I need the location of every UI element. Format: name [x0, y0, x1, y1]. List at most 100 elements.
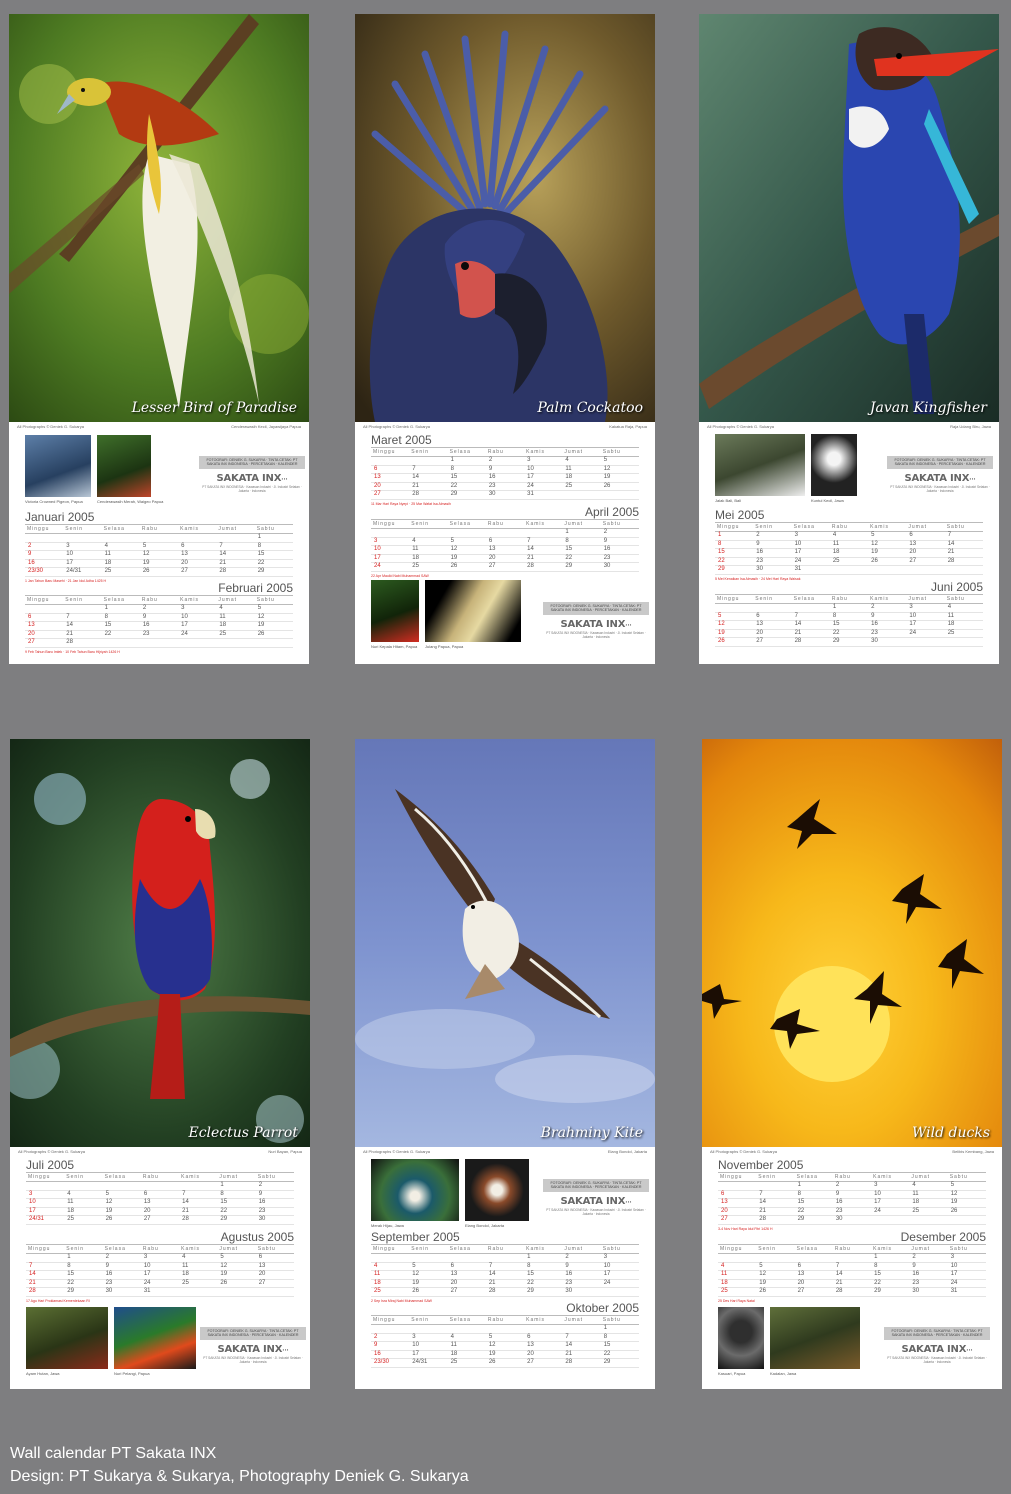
day-cell: 31 [791, 565, 830, 575]
week-row: 24 25 26 27 28 29 30 [371, 562, 639, 572]
week-row: 123456 [26, 1253, 294, 1263]
day-cell [63, 533, 102, 543]
day-cell: 25 [179, 1279, 218, 1288]
weekday-label: Rabu [140, 1244, 180, 1254]
day-cell: 3 [26, 1190, 65, 1199]
photo-title: Palm Cockatoo [537, 400, 643, 416]
credit-right: Elang Bondol, Jakarta [607, 1149, 647, 1154]
sakata-inx-logo: SAKATA INX··· [560, 618, 632, 630]
day-cell: 11 [718, 1270, 757, 1280]
week-row: 16 17 18 19 20 21 22 [25, 559, 293, 568]
week-row: 12345 [25, 604, 293, 614]
weekday-label: Minggu [25, 524, 64, 534]
day-cell: 13 [718, 1198, 757, 1208]
month-grid: Minggu Senin Selasa Rabu Kamis Jumat Sabtu 1 2 3 4… [26, 1244, 294, 1297]
photo-credit: All Photographs © Deniek G. Sukarya Cend… [17, 424, 301, 429]
week-row: 4 5 6 7 8 9 10 [718, 1262, 986, 1271]
brand-text: SAKATA INX [904, 472, 970, 484]
day-cell: 27 [906, 557, 945, 566]
brand-text: SAKATA INX [216, 472, 282, 484]
day-cell: 29 [217, 1215, 256, 1225]
weekday-label: Minggu [371, 1315, 410, 1325]
day-cell: 3 [947, 1253, 986, 1263]
week-row: 21 22 23 24 25 26 27 [26, 1279, 294, 1288]
day-cell [371, 1253, 410, 1263]
week-row: 10 11 12 13 14 15 16 [371, 545, 639, 555]
day-cell: 6 [524, 1333, 563, 1342]
brand-text: SAKATA INX [560, 1195, 626, 1207]
logo-box-text: FOTOGRAFI: DENIEK G. SUKARYA · TINTA CET… [543, 602, 649, 615]
day-cell: 20 [178, 559, 217, 568]
day-cell: 21 [524, 554, 563, 563]
logo-box-text: FOTOGRAFI: DENIEK G. SUKARYA · TINTA CET… [887, 456, 993, 469]
day-cell: 1 [871, 1253, 910, 1263]
month-maret: Maret 2005 Minggu Senin Selasa Rabu Kamis Jum… [371, 433, 639, 507]
logo-box-text: FOTOGRAFI: DENIEK G. SUKARYA · TINTA CET… [199, 456, 305, 469]
day-cell: 24 [906, 629, 945, 638]
day-cell [791, 603, 830, 613]
day-cell: 25 [909, 1207, 948, 1216]
month-oktober: Oktober 2005 Minggu Senin Selasa Rabu Kamis J… [371, 1301, 639, 1375]
day-cell: 7 [832, 1262, 872, 1271]
weekday-label: Minggu [715, 522, 754, 532]
weekday-label: Minggu [718, 1172, 757, 1182]
day-cell: 10 [371, 545, 410, 555]
day-cell: 24/31 [409, 1358, 448, 1368]
day-cell: 18 [944, 620, 983, 630]
day-cell [756, 1253, 795, 1263]
day-cell: 21 [63, 630, 102, 639]
day-cell [524, 1324, 563, 1334]
day-cell: 6 [447, 1262, 486, 1271]
day-cell [409, 528, 448, 538]
week-row: 11 12 13 14 15 16 17 [718, 1270, 986, 1280]
photo-credit: All Photographs © Deniek G. Sukarya Elan… [363, 1149, 647, 1154]
weekday-label: Selasa [102, 1172, 141, 1182]
day-cell: 30 [753, 565, 792, 575]
day-cell: 20 [718, 1207, 757, 1216]
day-cell: 1 [447, 456, 486, 466]
day-cell: 11 [944, 612, 983, 621]
day-cell [409, 1324, 448, 1334]
day-cell: 18 [909, 1198, 948, 1208]
credit-left: All Photographs © Deniek G. Sukarya [707, 424, 774, 429]
day-cell: 23 [753, 557, 792, 566]
week-row: 9 10 11 12 13 14 15 [371, 1341, 639, 1351]
day-cell: 11 [64, 1198, 103, 1208]
weekday-label: Rabu [832, 1244, 872, 1254]
day-cell: 14 [26, 1270, 65, 1280]
logo-address: PT SAKATA INX INDONESIA · Kawasan Indust… [203, 1355, 303, 1364]
day-cell: 27 [524, 1358, 563, 1368]
week-row: 25 26 27 28 29 30 31 [718, 1287, 986, 1297]
day-cell: 25 [718, 1287, 757, 1297]
day-cell: 10 [791, 540, 830, 549]
day-cell: 1 [524, 1253, 563, 1263]
day-cell: 15 [829, 620, 869, 630]
credit-left: All Photographs © Deniek G. Sukarya [18, 1149, 85, 1154]
day-cell [485, 1253, 525, 1263]
thumbnail-caption: Kasuari, Papua [718, 1371, 746, 1376]
day-cell: 22 [715, 557, 754, 566]
day-cell: 25 [371, 1287, 410, 1297]
calendar-sheet-jan-feb: Lesser Bird of Paradise All Photographs … [9, 14, 309, 664]
weekday-header-row: Minggu Senin Selasa Rabu Kamis Jumat Sabtu [718, 1172, 986, 1182]
day-cell: 19 [447, 554, 486, 563]
day-cell: 24 [600, 1279, 639, 1288]
day-cell: 28 [63, 638, 102, 648]
day-cell: 5 [447, 537, 486, 546]
day-cell: 8 [101, 613, 140, 622]
photo-title: Eclectus Parrot [188, 1125, 298, 1141]
weekday-label: Sabtu [254, 524, 293, 534]
photo-credit: All Photographs © Deniek G. Sukarya Raja… [707, 424, 991, 429]
day-cell: 5 [485, 1333, 525, 1342]
day-cell: 3 [524, 456, 563, 466]
day-cell: 8 [562, 537, 601, 546]
thumbnail-caption: Victoria Crowned Pigeon, Papua [25, 499, 83, 504]
thumbnail-row: Jalak Bali, Bali Kuntul Kecil, Jawa [715, 434, 857, 503]
day-cell: 7 [791, 612, 830, 621]
day-cell: 10 [140, 1262, 180, 1271]
day-cell: 16 [753, 548, 792, 558]
day-cell [947, 1215, 986, 1225]
day-cell: 7 [485, 1262, 525, 1271]
day-cell: 7 [524, 537, 563, 546]
week-row: 26 27 28 29 30 [715, 637, 983, 647]
